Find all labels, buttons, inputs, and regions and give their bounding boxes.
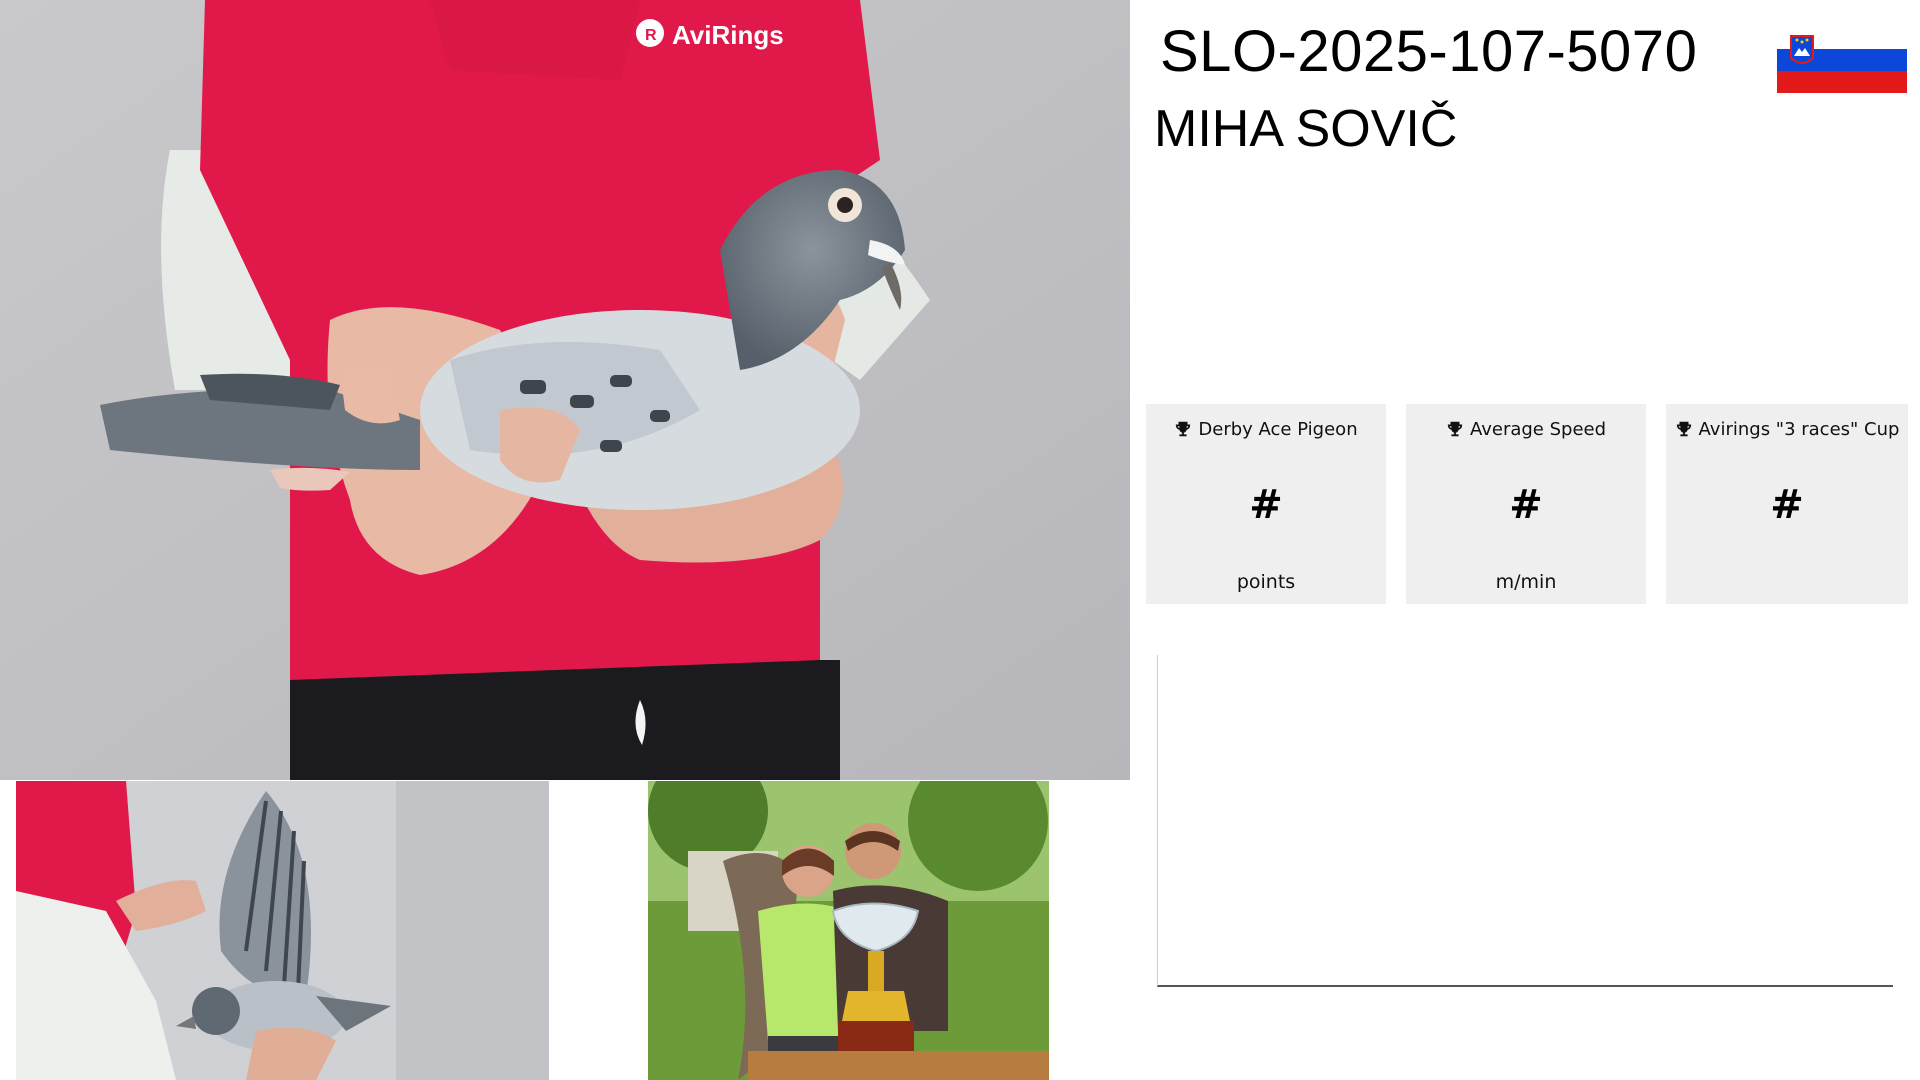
stat-card-derby-ace: Derby Ace Pigeon # points <box>1146 404 1386 604</box>
owner-name: MIHA SOVIČ <box>1154 100 1458 158</box>
results-graph-area <box>1157 655 1893 987</box>
stat-unit: points <box>1236 571 1296 593</box>
trophy-icon <box>1447 421 1463 437</box>
svg-text:R: R <box>645 27 657 44</box>
ring-number: SLO-2025-107-5070 <box>1160 19 1698 84</box>
stat-card-3-races-cup: Avirings "3 races" Cup # <box>1666 404 1908 604</box>
stat-title-text: Average Speed <box>1469 419 1607 440</box>
trophy-icon <box>1176 421 1191 437</box>
stat-title: Average Speed <box>1406 418 1646 442</box>
pigeon-profile-page: R AviRings SLO-2025-107-5070 MIHA SOVIČ … <box>0 0 1920 1080</box>
slovenia-flag-icon <box>1777 28 1907 93</box>
owners-trophy-photo[interactable] <box>648 781 1049 1080</box>
stat-title-text: Avirings "3 races" Cup <box>1698 419 1900 440</box>
stat-title: Derby Ace Pigeon <box>1146 418 1386 442</box>
shirt-logo-text: AviRings <box>672 20 784 50</box>
stat-card-average-speed: Average Speed # m/min <box>1406 404 1646 604</box>
stat-value: # <box>1770 482 1804 528</box>
stat-value: # <box>1509 482 1543 528</box>
trophy-icon <box>1676 421 1691 437</box>
pigeon-wing-photo[interactable] <box>16 781 549 1080</box>
stat-title: Avirings "3 races" Cup <box>1666 418 1908 442</box>
pigeon-main-photo[interactable]: R AviRings <box>0 0 1130 780</box>
stat-value: # <box>1249 482 1283 528</box>
stat-title-text: Derby Ace Pigeon <box>1198 419 1358 440</box>
stat-unit: m/min <box>1495 571 1557 593</box>
